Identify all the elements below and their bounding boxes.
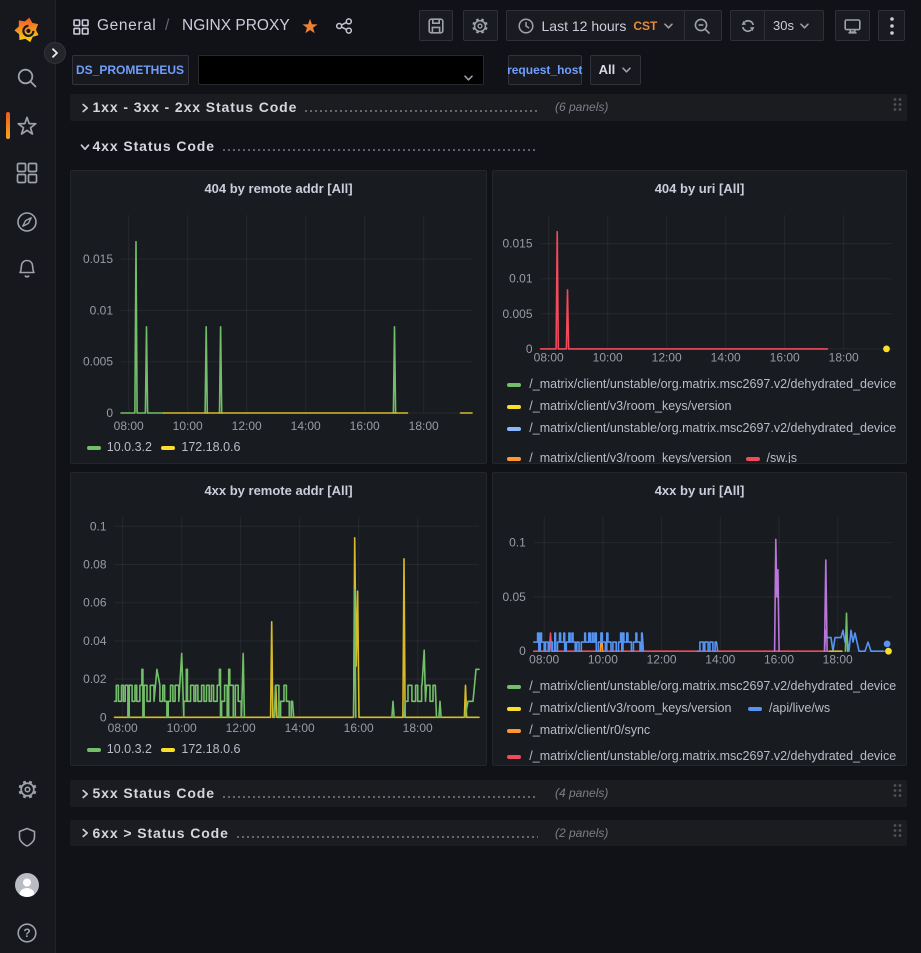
- svg-text:0: 0: [106, 406, 113, 420]
- svg-text:10:00: 10:00: [593, 351, 623, 365]
- svg-text:0.08: 0.08: [83, 558, 107, 572]
- svg-text:10:00: 10:00: [173, 419, 203, 433]
- svg-text:0.01: 0.01: [90, 303, 114, 317]
- svg-text:12:00: 12:00: [232, 419, 262, 433]
- svg-text:18:00: 18:00: [403, 721, 433, 735]
- svg-text:18:00: 18:00: [823, 653, 853, 667]
- svg-text:14:00: 14:00: [285, 721, 315, 735]
- svg-text:16:00: 16:00: [350, 419, 380, 433]
- svg-text:14:00: 14:00: [291, 419, 321, 433]
- svg-text:10:00: 10:00: [167, 721, 197, 735]
- svg-text:0.05: 0.05: [502, 590, 526, 604]
- svg-text:0.015: 0.015: [83, 252, 113, 266]
- svg-text:08:00: 08:00: [529, 653, 559, 667]
- svg-text:14:00: 14:00: [711, 351, 741, 365]
- svg-text:16:00: 16:00: [344, 721, 374, 735]
- svg-text:0.1: 0.1: [509, 536, 526, 550]
- svg-text:18:00: 18:00: [829, 351, 859, 365]
- svg-text:0.015: 0.015: [502, 237, 532, 251]
- svg-text:?: ?: [23, 926, 30, 940]
- svg-text:12:00: 12:00: [647, 653, 677, 667]
- svg-text:0: 0: [100, 710, 107, 724]
- svg-text:0.06: 0.06: [83, 596, 107, 610]
- svg-text:10:00: 10:00: [588, 653, 618, 667]
- svg-text:16:00: 16:00: [770, 351, 800, 365]
- svg-text:0: 0: [519, 644, 526, 658]
- svg-text:0.02: 0.02: [83, 672, 107, 686]
- svg-text:14:00: 14:00: [705, 653, 735, 667]
- svg-text:0.005: 0.005: [83, 355, 113, 369]
- svg-text:12:00: 12:00: [652, 351, 682, 365]
- svg-text:08:00: 08:00: [534, 351, 564, 365]
- svg-text:18:00: 18:00: [409, 419, 439, 433]
- svg-text:12:00: 12:00: [226, 721, 256, 735]
- svg-text:08:00: 08:00: [114, 419, 144, 433]
- svg-text:0.04: 0.04: [83, 634, 107, 648]
- svg-text:0.005: 0.005: [502, 307, 532, 321]
- svg-text:0: 0: [526, 342, 533, 356]
- svg-text:08:00: 08:00: [108, 721, 138, 735]
- svg-text:0.1: 0.1: [90, 519, 107, 533]
- svg-text:0.01: 0.01: [509, 272, 533, 286]
- svg-text:16:00: 16:00: [764, 653, 794, 667]
